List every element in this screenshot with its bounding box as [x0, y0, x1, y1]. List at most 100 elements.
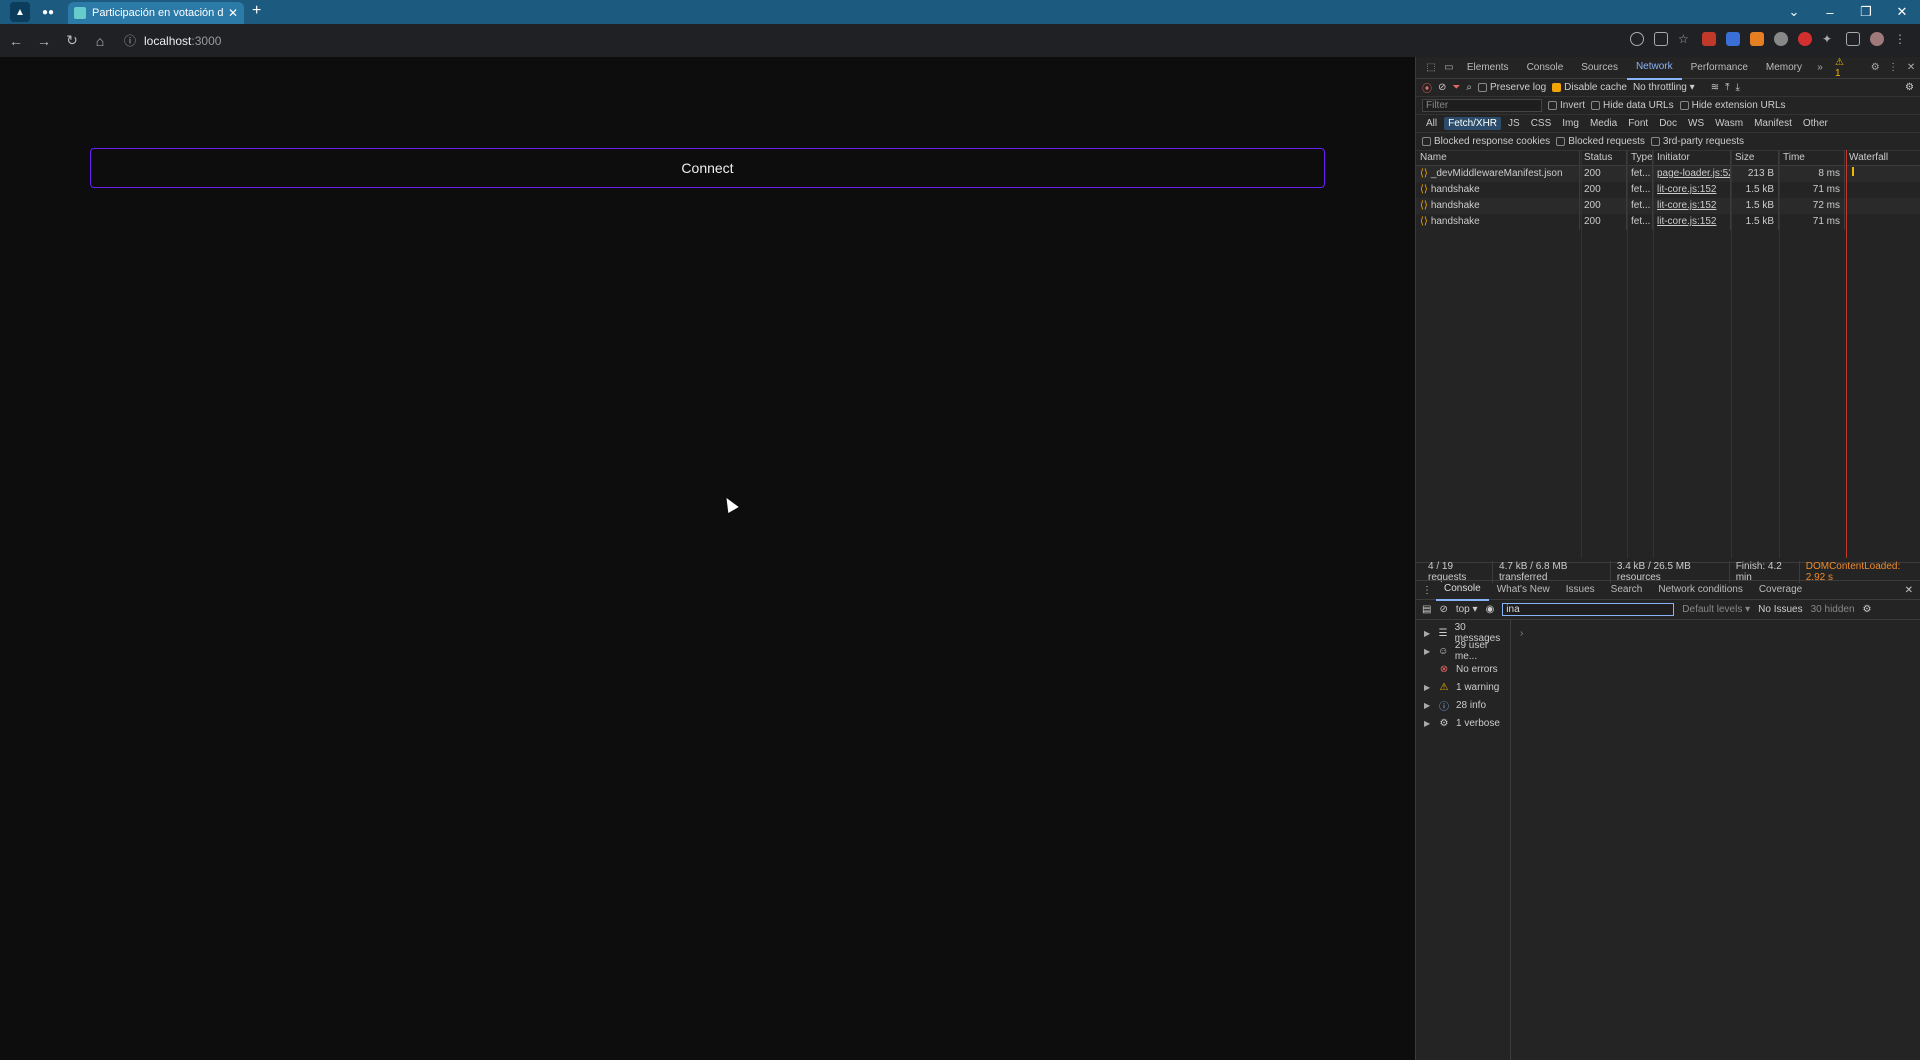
- initiator-link[interactable]: lit-core.js:152: [1657, 200, 1716, 211]
- extension-grey-icon[interactable]: [1774, 32, 1788, 46]
- chip-img[interactable]: Img: [1558, 117, 1583, 130]
- chip-font[interactable]: Font: [1624, 117, 1652, 130]
- tab-console[interactable]: Console: [1518, 57, 1573, 79]
- table-row[interactable]: ⟨⟩ _devMiddlewareManifest.json 200 fet...…: [1416, 166, 1920, 182]
- chevron-down-icon[interactable]: ⌄: [1776, 4, 1812, 20]
- tab-network[interactable]: Network: [1626, 56, 1682, 80]
- sidebar-item-errors[interactable]: ⊗ No errors: [1416, 660, 1510, 678]
- sidebar-item-info[interactable]: ▶ ⓘ 28 info: [1416, 696, 1510, 714]
- connect-button[interactable]: Connect: [90, 148, 1325, 188]
- drawer-tab-coverage[interactable]: Coverage: [1751, 580, 1810, 600]
- info-icon[interactable]: ⓘ: [124, 32, 136, 49]
- close-drawer-icon[interactable]: ✕: [1905, 585, 1913, 596]
- chip-all[interactable]: All: [1422, 117, 1441, 130]
- minimize-button[interactable]: –: [1812, 5, 1848, 20]
- initiator-link[interactable]: page-loader.js:52: [1657, 168, 1730, 179]
- more-tabs-icon[interactable]: »: [1811, 62, 1829, 73]
- tab-elements[interactable]: Elements: [1458, 57, 1518, 79]
- close-window-button[interactable]: ✕: [1884, 4, 1920, 20]
- browser-tab[interactable]: Participación en votación de go ✕: [68, 2, 244, 24]
- device-toggle-icon[interactable]: ▭: [1440, 62, 1458, 73]
- zoom-icon[interactable]: [1630, 32, 1644, 46]
- restore-button[interactable]: ❐: [1848, 4, 1884, 20]
- levels-select[interactable]: Default levels ▾: [1682, 604, 1750, 615]
- console-filter-input[interactable]: ina: [1502, 603, 1675, 616]
- wifi-icon[interactable]: ≋: [1711, 82, 1719, 93]
- app-icon[interactable]: ▲: [10, 2, 30, 22]
- url-field[interactable]: ⓘ localhost:3000: [124, 32, 221, 49]
- download-icon[interactable]: ⤓: [1736, 82, 1740, 93]
- table-row[interactable]: ⟨⟩ handshake 200 fet... lit-core.js:152 1…: [1416, 182, 1920, 198]
- clear-icon[interactable]: ⊘: [1438, 82, 1446, 93]
- close-devtools-icon[interactable]: ✕: [1902, 62, 1920, 73]
- disable-cache-checkbox[interactable]: Disable cache: [1552, 82, 1627, 93]
- console-prompt-icon[interactable]: ›: [1520, 628, 1523, 639]
- table-row[interactable]: ⟨⟩ handshake 200 fet... lit-core.js:152 1…: [1416, 214, 1920, 230]
- back-button[interactable]: ←: [4, 33, 28, 49]
- network-filter-input[interactable]: Filter: [1422, 99, 1542, 112]
- col-status[interactable]: Status: [1580, 150, 1627, 165]
- share-icon[interactable]: [1654, 32, 1668, 46]
- drawer-tab-console[interactable]: Console: [1436, 579, 1489, 601]
- chip-css[interactable]: CSS: [1527, 117, 1556, 130]
- sidebar-item-user-messages[interactable]: ▶ ☺ 29 user me...: [1416, 640, 1510, 662]
- initiator-link[interactable]: lit-core.js:152: [1657, 184, 1716, 195]
- preserve-log-checkbox[interactable]: Preserve log: [1478, 82, 1546, 93]
- reload-button[interactable]: ↻: [60, 32, 84, 49]
- table-row[interactable]: ⟨⟩ handshake 200 fet... lit-core.js:152 1…: [1416, 198, 1920, 214]
- hide-extension-urls-checkbox[interactable]: Hide extension URLs: [1679, 100, 1786, 111]
- drawer-tab-whats-new[interactable]: What's New: [1489, 580, 1558, 600]
- upload-icon[interactable]: ⤒: [1725, 82, 1729, 93]
- extension-fox-icon[interactable]: [1750, 32, 1764, 46]
- drawer-tab-issues[interactable]: Issues: [1558, 580, 1603, 600]
- chip-media[interactable]: Media: [1586, 117, 1621, 130]
- col-waterfall[interactable]: Waterfall: [1845, 150, 1920, 165]
- context-select[interactable]: top ▾: [1456, 604, 1478, 615]
- console-settings-icon[interactable]: ⚙: [1863, 604, 1872, 615]
- blocked-requests-checkbox[interactable]: Blocked requests: [1556, 136, 1645, 147]
- tab-performance[interactable]: Performance: [1682, 57, 1757, 79]
- new-tab-button[interactable]: +: [252, 2, 261, 20]
- invert-checkbox[interactable]: Invert: [1548, 100, 1585, 111]
- close-tab-icon[interactable]: ✕: [228, 6, 238, 20]
- eye-icon[interactable]: ◉: [1486, 604, 1495, 615]
- more-options-icon[interactable]: ⋮: [1884, 62, 1902, 73]
- drawer-tab-network-conditions[interactable]: Network conditions: [1650, 580, 1750, 600]
- chip-js[interactable]: JS: [1504, 117, 1524, 130]
- search-icon[interactable]: ⌕: [1466, 82, 1472, 93]
- settings-icon[interactable]: ⚙: [1866, 62, 1884, 73]
- extension-blue-icon[interactable]: [1726, 32, 1740, 46]
- sidebar-toggle-icon[interactable]: ▤: [1422, 604, 1431, 615]
- tab-search-icon[interactable]: ●●: [38, 2, 58, 22]
- throttling-select[interactable]: No throttling ▾: [1633, 82, 1695, 93]
- chip-other[interactable]: Other: [1799, 117, 1832, 130]
- drawer-tab-search[interactable]: Search: [1603, 580, 1651, 600]
- hide-data-urls-checkbox[interactable]: Hide data URLs: [1591, 100, 1674, 111]
- clear-console-icon[interactable]: ⊘: [1439, 604, 1447, 615]
- chip-manifest[interactable]: Manifest: [1750, 117, 1796, 130]
- filter-icon[interactable]: ⏷: [1452, 82, 1460, 93]
- col-type[interactable]: Type: [1627, 150, 1653, 165]
- third-party-checkbox[interactable]: 3rd-party requests: [1650, 136, 1744, 147]
- avatar[interactable]: [1870, 32, 1884, 46]
- col-initiator[interactable]: Initiator: [1653, 150, 1731, 165]
- blocked-cookies-checkbox[interactable]: Blocked response cookies: [1422, 136, 1550, 147]
- record-icon[interactable]: ⦿: [1422, 80, 1432, 95]
- home-button[interactable]: ⌂: [88, 33, 112, 49]
- initiator-link[interactable]: lit-core.js:152: [1657, 216, 1716, 227]
- drawer-menu-icon[interactable]: ⋮: [1422, 585, 1432, 596]
- chip-wasm[interactable]: Wasm: [1711, 117, 1747, 130]
- chip-ws[interactable]: WS: [1684, 117, 1708, 130]
- tab-sources[interactable]: Sources: [1572, 57, 1627, 79]
- sidepanel-icon[interactable]: [1846, 32, 1860, 46]
- col-time[interactable]: Time: [1779, 150, 1845, 165]
- extension-red-icon[interactable]: [1702, 32, 1716, 46]
- chip-fetch-xhr[interactable]: Fetch/XHR: [1444, 117, 1502, 130]
- chip-doc[interactable]: Doc: [1655, 117, 1681, 130]
- network-settings-icon[interactable]: ⚙: [1905, 82, 1914, 93]
- sidebar-item-warnings[interactable]: ▶ ⚠ 1 warning: [1416, 678, 1510, 696]
- sidebar-item-verbose[interactable]: ▶ ⚙ 1 verbose: [1416, 714, 1510, 732]
- star-icon[interactable]: ☆: [1678, 32, 1692, 46]
- col-size[interactable]: Size: [1731, 150, 1779, 165]
- col-name[interactable]: Name: [1416, 150, 1580, 165]
